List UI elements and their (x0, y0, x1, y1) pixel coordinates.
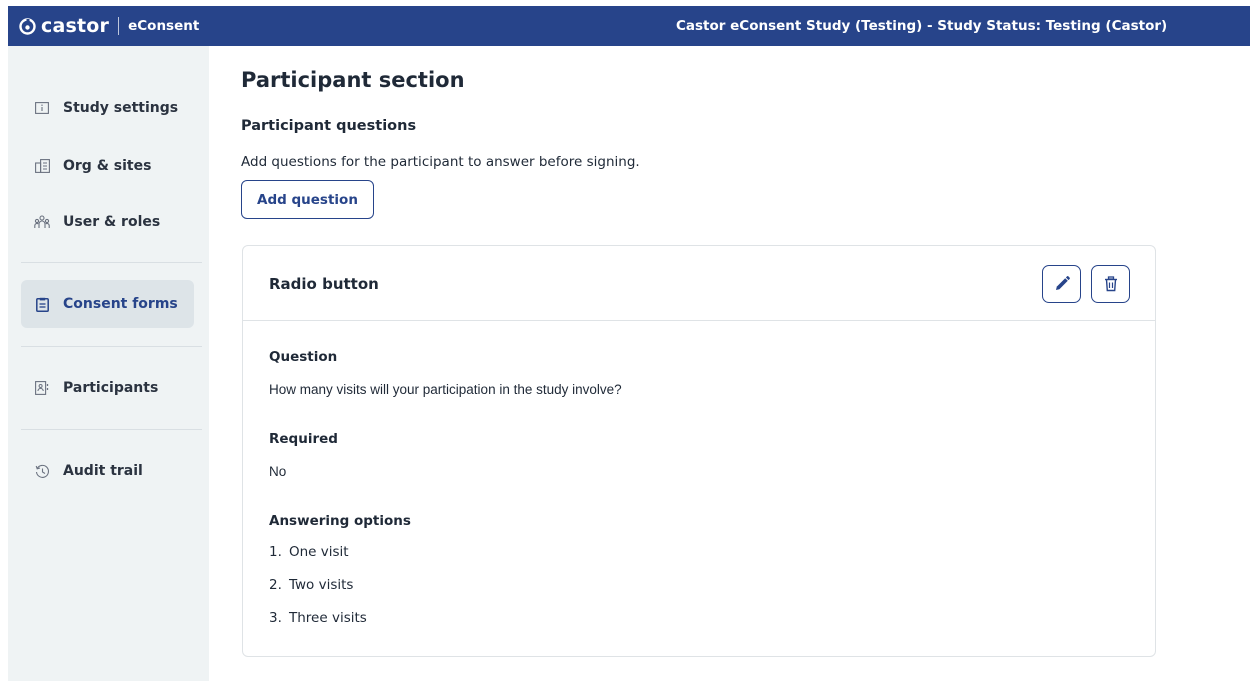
pencil-icon (1055, 276, 1070, 290)
answer-option-text: Three visits (289, 610, 367, 626)
answering-options-label: Answering options (269, 513, 411, 529)
answer-option: 2. Two visits (269, 577, 353, 593)
building-icon (33, 157, 51, 175)
delete-question-button[interactable] (1091, 265, 1130, 303)
answer-option: 3. Three visits (269, 610, 367, 626)
answer-option-text: Two visits (289, 577, 354, 593)
sidebar-item-participants[interactable]: Participants (21, 364, 193, 412)
sidebar-divider (21, 262, 202, 263)
section-description: Add questions for the participant to ans… (241, 154, 640, 170)
top-bar: castor eConsent Castor eConsent Study (T… (8, 6, 1250, 46)
edit-question-button[interactable] (1042, 265, 1081, 303)
castor-logo-icon (19, 17, 36, 35)
sidebar-divider (21, 346, 202, 347)
page-title: Participant section (241, 68, 465, 92)
sidebar-divider (21, 429, 202, 430)
sidebar-item-label: User & roles (63, 214, 161, 230)
answer-option-number: 3. (269, 610, 282, 626)
brand[interactable]: castor eConsent (8, 15, 199, 37)
history-icon (33, 462, 51, 480)
answer-option-number: 2. (269, 577, 282, 593)
sidebar-item-org-sites[interactable]: Org & sites (21, 142, 193, 190)
add-question-button[interactable]: Add question (241, 180, 374, 219)
sidebar-item-label: Audit trail (63, 463, 143, 479)
question-card: Radio button Question How many visits wi… (242, 245, 1156, 657)
users-icon (33, 213, 51, 231)
sidebar-item-audit-trail[interactable]: Audit trail (21, 447, 193, 495)
sidebar-item-label: Participants (63, 380, 159, 396)
section-title: Participant questions (241, 118, 417, 134)
product-name: eConsent (128, 18, 200, 34)
question-card-header: Radio button (243, 246, 1155, 321)
question-type-title: Radio button (269, 275, 379, 293)
trash-icon (1104, 276, 1117, 292)
sidebar-item-label: Org & sites (63, 158, 152, 174)
sidebar: Study settings Org & sites User & roles … (8, 46, 209, 681)
sidebar-item-label: Study settings (63, 100, 179, 116)
required-value: No (269, 464, 287, 479)
sidebar-item-consent-forms[interactable]: Consent forms (21, 280, 194, 328)
answer-option-number: 1. (269, 544, 282, 560)
answer-option-text: One visit (289, 544, 349, 560)
participants-icon (33, 379, 51, 397)
info-icon (33, 99, 51, 117)
answer-option: 1. One visit (269, 544, 349, 560)
sidebar-item-label: Consent forms (63, 296, 178, 312)
clipboard-icon (33, 295, 51, 313)
question-value: How many visits will your participation … (269, 382, 622, 397)
sidebar-item-user-roles[interactable]: User & roles (21, 198, 193, 246)
castor-logo: castor (19, 15, 109, 37)
brand-divider (118, 17, 120, 35)
required-label: Required (269, 431, 338, 447)
sidebar-item-study-settings[interactable]: Study settings (21, 84, 193, 132)
question-label: Question (269, 349, 338, 365)
study-status: Castor eConsent Study (Testing) - Study … (676, 18, 1168, 34)
brand-name: castor (41, 15, 110, 37)
